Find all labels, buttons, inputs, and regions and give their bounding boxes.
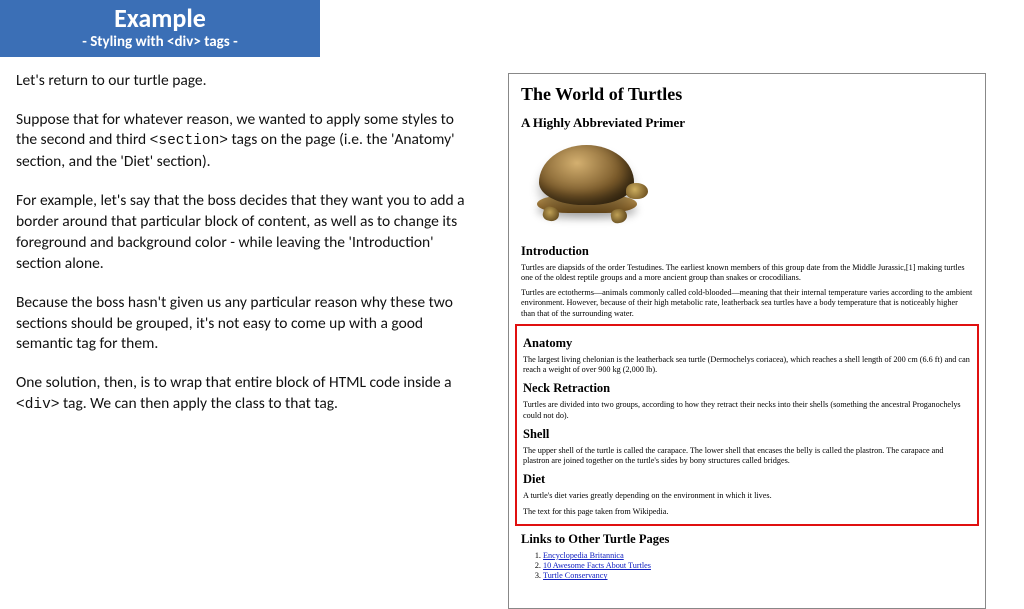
slide-header: Example - Styling with <div> tags - [0,0,320,57]
neck-para: Turtles are divided into two groups, acc… [523,400,971,421]
list-item: Turtle Conservancy [543,571,973,581]
para-intro: Let's return to our turtle page. [16,71,470,92]
slide-title: Example [0,4,320,33]
heading-links: Links to Other Turtle Pages [521,532,973,547]
code-div-tag: <div> [16,397,60,413]
turtle-image [521,141,656,236]
links-list: Encyclopedia Britannica 10 Awesome Facts… [521,551,973,582]
heading-neck-retraction: Neck Retraction [523,381,971,396]
heading-shell: Shell [523,427,971,442]
diet-para-2: The text for this page taken from Wikipe… [523,507,971,517]
heading-diet: Diet [523,472,971,487]
para-scenario: Suppose that for whatever reason, we wan… [16,110,470,173]
para-semantic: Because the boss hasn't given us any par… [16,293,470,356]
heading-introduction: Introduction [521,244,973,259]
list-item: Encyclopedia Britannica [543,551,973,561]
list-item: 10 Awesome Facts About Turtles [543,561,973,571]
intro-para-1: Turtles are diapsids of the order Testud… [521,263,973,284]
page-title: The World of Turtles [521,84,973,105]
link-britannica[interactable]: Encyclopedia Britannica [543,551,624,560]
para-solution: One solution, then, is to wrap that enti… [16,373,470,415]
para-boss: For example, let's say that the boss dec… [16,191,470,275]
explanation-text: Let's return to our turtle page. Suppose… [0,57,480,434]
intro-para-2: Turtles are ectotherms—animals commonly … [521,288,973,319]
highlighted-div-block: Anatomy The largest living chelonian is … [515,324,979,526]
diet-para-1: A turtle's diet varies greatly depending… [523,491,971,501]
heading-anatomy: Anatomy [523,336,971,351]
page-subtitle: A Highly Abbreviated Primer [521,115,973,131]
shell-para: The upper shell of the turtle is called … [523,446,971,467]
rendered-page-preview: The World of Turtles A Highly Abbreviate… [508,73,986,609]
anatomy-para: The largest living chelonian is the leat… [523,355,971,376]
link-facts[interactable]: 10 Awesome Facts About Turtles [543,561,651,570]
code-section-tag: <section> [150,133,228,149]
slide-body: Let's return to our turtle page. Suppose… [0,57,1024,609]
slide-subtitle: - Styling with <div> tags - [0,33,320,51]
